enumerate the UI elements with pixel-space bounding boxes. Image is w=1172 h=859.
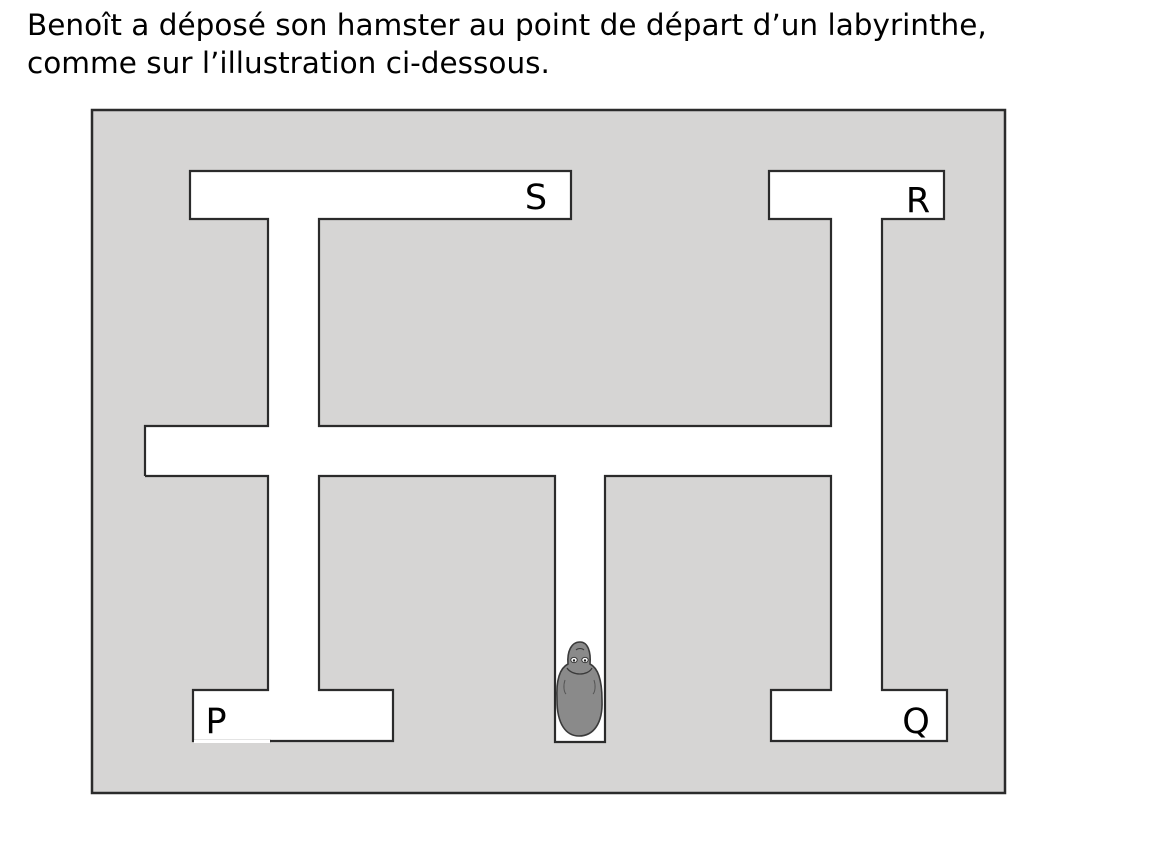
corridor-top-left bbox=[190, 171, 571, 219]
corridor-middle-horizontal bbox=[145, 426, 882, 476]
label-p: P bbox=[205, 702, 226, 742]
label-r: R bbox=[906, 181, 930, 221]
maze-illustration: S R P Q bbox=[90, 108, 1007, 795]
label-q: Q bbox=[902, 702, 930, 742]
label-s: S bbox=[525, 178, 547, 218]
